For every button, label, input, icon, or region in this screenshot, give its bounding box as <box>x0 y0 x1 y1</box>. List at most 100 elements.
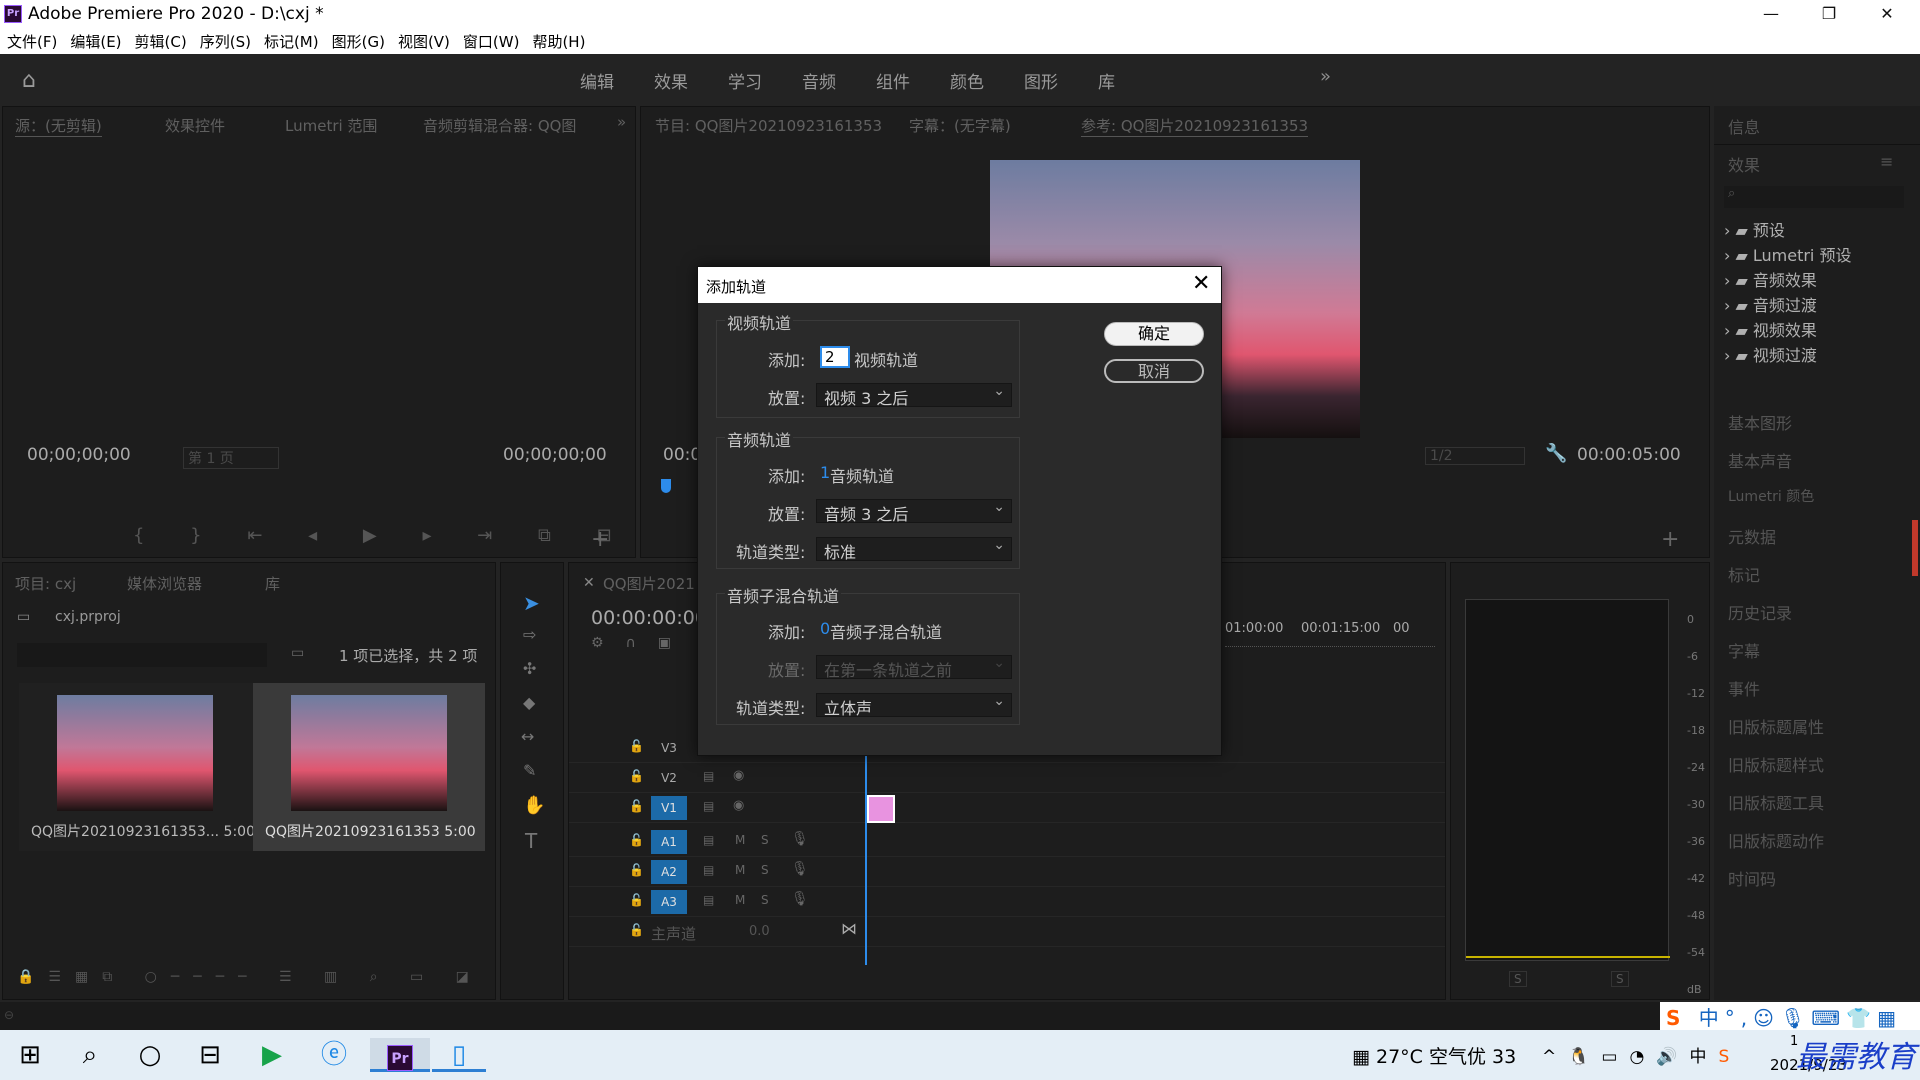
tab-library[interactable]: 库 <box>265 573 280 594</box>
tab-sequence[interactable]: QQ图片2021 <box>603 573 695 594</box>
effects-panel-header[interactable]: 效果 <box>1728 152 1760 176</box>
menu-marker[interactable]: 标记(M) <box>257 28 325 52</box>
menu-help[interactable]: 帮助(H) <box>525 28 591 52</box>
panel-essential-graphics[interactable]: 基本图形 <box>1728 410 1792 434</box>
project-search-input[interactable] <box>17 643 267 667</box>
source-transport-controls[interactable]: { } ⇤ ◂ ▶ ▸ ⇥ ⧉ ⊟ <box>133 525 632 546</box>
panel-metadata[interactable]: 元数据 <box>1728 524 1776 548</box>
eye-icon[interactable]: ◉ <box>733 768 744 783</box>
effect-folder-audio-effects[interactable]: › ▰ 音频效果 <box>1724 268 1851 293</box>
effect-folder-presets[interactable]: › ▰ 预设 <box>1724 218 1851 243</box>
video-placement-select[interactable]: 视频 3 之后 ⌄ <box>816 383 1012 408</box>
search-icon[interactable]: ⌕ <box>72 1038 108 1072</box>
tab-program[interactable]: 节目: QQ图片20210923161353 <box>655 115 882 136</box>
solo-button[interactable]: S <box>761 863 769 877</box>
browser-icon[interactable]: ⓔ <box>316 1038 352 1072</box>
razor-tool-icon[interactable]: ◆ <box>523 693 535 712</box>
restore-button[interactable]: ❐ <box>1806 2 1852 26</box>
panel-legacy-title-properties[interactable]: 旧版标题属性 <box>1728 714 1824 738</box>
zoom-select[interactable]: 1/2 <box>1425 447 1525 465</box>
menu-file[interactable]: 文件(F) <box>0 28 63 52</box>
effect-folder-video-transitions[interactable]: › ▰ 视频过渡 <box>1724 343 1851 368</box>
audio-add-count-input[interactable]: 1 <box>820 463 830 482</box>
sync-lock-icon[interactable]: ▤ <box>703 833 714 847</box>
panel-legacy-title-actions[interactable]: 旧版标题动作 <box>1728 828 1824 852</box>
panel-markers[interactable]: 标记 <box>1728 562 1760 586</box>
mute-button[interactable]: M <box>735 863 745 877</box>
overflow-chevron-icon[interactable]: » <box>1320 66 1331 87</box>
pen-tool-icon[interactable]: ✎ <box>523 761 536 780</box>
dialog-close-button[interactable]: ✕ <box>1192 271 1210 296</box>
panel-captions[interactable]: 字幕 <box>1728 638 1760 662</box>
phone-app-icon[interactable]: ▯ <box>432 1038 486 1072</box>
ok-button[interactable]: 确定 <box>1104 322 1204 346</box>
lock-icon[interactable]: 🔓 <box>629 893 644 907</box>
track-label-a3[interactable]: A3 <box>651 890 687 914</box>
solo-button[interactable]: S <box>761 893 769 907</box>
project-toolbar-icons[interactable]: 🔒☰▦⧉ ○──── ☰ ▥ ⌕ ▭ ◪ <box>17 969 483 985</box>
panel-legacy-title-styles[interactable]: 旧版标题样式 <box>1728 752 1824 776</box>
task-view-icon[interactable]: ⊟ <box>192 1038 228 1072</box>
hand-tool-icon[interactable]: ✋ <box>523 795 545 816</box>
master-volume-value[interactable]: 0.0 <box>749 924 770 939</box>
weather-widget[interactable]: ▦ 27°C 空气优 33 <box>1352 1042 1516 1069</box>
lock-icon[interactable]: 🔓 <box>629 769 644 783</box>
workspace-tab-audio[interactable]: 音频 <box>802 68 836 93</box>
track-label-v2[interactable]: V2 <box>651 766 687 790</box>
microphone-icon[interactable]: 🎙 <box>791 861 809 877</box>
panel-events[interactable]: 事件 <box>1728 676 1760 700</box>
submix-add-count-input[interactable]: 0 <box>820 619 830 638</box>
video-add-count-input[interactable]: 2 <box>820 346 850 368</box>
menu-edit[interactable]: 编辑(E) <box>63 28 127 52</box>
new-bin-icon[interactable]: ▭ <box>291 645 304 661</box>
add-button-icon[interactable]: + <box>1661 527 1679 552</box>
sync-lock-icon[interactable]: ▤ <box>703 893 714 907</box>
page-select[interactable]: 第 1 页 <box>183 447 279 469</box>
tab-captions[interactable]: 字幕：(无字幕) <box>909 115 1011 136</box>
menu-sequence[interactable]: 序列(S) <box>193 28 257 52</box>
solo-right-button[interactable]: S <box>1611 971 1629 987</box>
panel-essential-sound[interactable]: 基本声音 <box>1728 448 1792 472</box>
minimize-button[interactable]: — <box>1748 2 1794 26</box>
lock-icon[interactable]: 🔓 <box>629 739 644 753</box>
premiere-taskbar-icon[interactable]: Pr <box>370 1038 430 1072</box>
workspace-tab-edit[interactable]: 编辑 <box>580 68 614 93</box>
tab-audio-clip-mixer[interactable]: 音频剪辑混合器: QQ图 <box>423 115 576 136</box>
panel-timecode[interactable]: 时间码 <box>1728 866 1776 890</box>
track-select-tool-icon[interactable]: ⇨ <box>523 625 536 644</box>
ime-toolbar[interactable]: S 中°,☺🎙⌨👕▦ <box>1660 1002 1920 1030</box>
cortana-icon[interactable]: ○ <box>132 1038 168 1072</box>
lock-icon[interactable]: 🔓 <box>629 833 644 847</box>
collapse-icon[interactable]: ⋈ <box>841 919 857 938</box>
cancel-button[interactable]: 取消 <box>1104 359 1204 383</box>
lock-icon[interactable]: 🔓 <box>629 923 644 937</box>
tab-effect-controls[interactable]: 效果控件 <box>165 115 225 136</box>
system-tray-icons[interactable]: ^🐧▭◔🔊中S <box>1542 1042 1741 1067</box>
lock-icon[interactable]: 🔓 <box>629 799 644 813</box>
effect-folder-video-effects[interactable]: › ▰ 视频效果 <box>1724 318 1851 343</box>
tab-lumetri-scopes[interactable]: Lumetri 范围 <box>285 115 377 136</box>
menu-view[interactable]: 视图(V) <box>391 28 456 52</box>
media-player-icon[interactable]: ▶ <box>254 1038 290 1072</box>
panel-lumetri-color[interactable]: Lumetri 颜色 <box>1728 486 1814 506</box>
workspace-tab-color[interactable]: 颜色 <box>950 68 984 93</box>
close-icon[interactable]: ✕ <box>583 575 595 591</box>
lock-icon[interactable]: 🔓 <box>629 863 644 877</box>
menu-window[interactable]: 窗口(W) <box>456 28 526 52</box>
playhead-icon[interactable] <box>661 479 671 493</box>
time-ruler[interactable] <box>1225 641 1435 647</box>
sync-lock-icon[interactable]: ▤ <box>703 769 714 783</box>
timeline-clip[interactable] <box>867 795 895 823</box>
wrench-icon[interactable]: 🔧 <box>1545 443 1567 464</box>
selection-tool-icon[interactable]: ➤ <box>523 591 540 615</box>
panel-legacy-title-tools[interactable]: 旧版标题工具 <box>1728 790 1824 814</box>
more-tabs-icon[interactable]: » <box>617 113 626 131</box>
home-icon[interactable]: ⌂ <box>22 68 36 93</box>
tab-source[interactable]: 源：(无剪辑) <box>15 115 102 137</box>
solo-button[interactable]: S <box>761 833 769 847</box>
type-tool-icon[interactable]: T <box>525 829 537 853</box>
effect-folder-lumetri-presets[interactable]: › ▰ Lumetri 预设 <box>1724 243 1851 268</box>
menu-graphics[interactable]: 图形(G) <box>325 28 391 52</box>
sync-lock-icon[interactable]: ▤ <box>703 863 714 877</box>
scrollbar-thumb[interactable] <box>1912 520 1918 576</box>
